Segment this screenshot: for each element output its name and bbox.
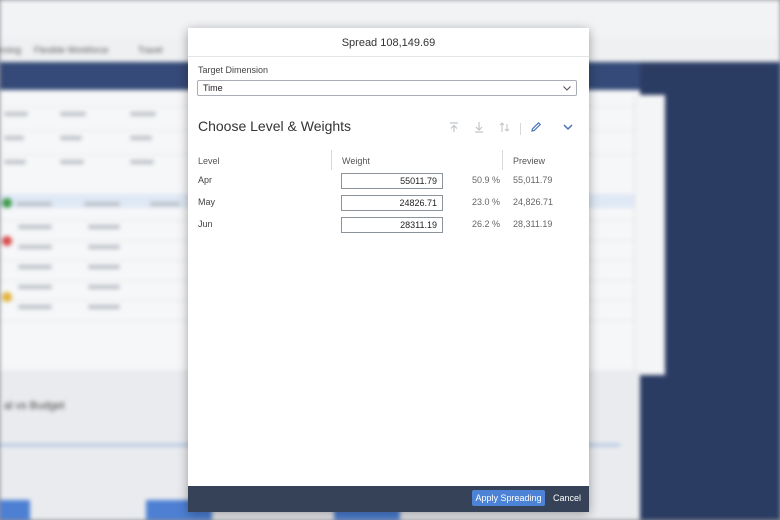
weight-input[interactable] [341, 173, 443, 189]
target-dimension-label: Target Dimension [198, 65, 269, 75]
section-title: Choose Level & Weights [198, 118, 352, 134]
column-header-weight: Weight [342, 156, 370, 166]
background-tab: Flexible Workforce [34, 45, 109, 55]
level-cell: Jun [198, 219, 213, 229]
spread-dialog: Spread 108,149.69 Target Dimension Time … [188, 28, 589, 512]
dialog-footer: Apply Spreading Cancel [188, 486, 589, 512]
target-dimension-value: Time [203, 83, 223, 93]
background-side-toolbar [634, 95, 665, 375]
preview-cell: 24,826.71 [513, 197, 554, 207]
target-dimension-select[interactable]: Time [197, 80, 577, 96]
level-cell: May [198, 197, 216, 207]
preview-cell: 55,011.79 [513, 175, 553, 185]
pen-icon[interactable] [529, 120, 543, 134]
preview-cell: 28,311.19 [513, 219, 553, 229]
level-cell: Apr [198, 175, 213, 185]
background-chart-title: al vs Budget [4, 400, 65, 412]
apply-spreading-button[interactable]: Apply Spreading [472, 490, 545, 506]
move-down-icon[interactable] [472, 120, 486, 134]
column-header-preview: Preview [513, 156, 546, 166]
percent-cell: 26.2 % [471, 219, 500, 229]
cancel-button[interactable]: Cancel [549, 490, 585, 506]
background-tab: Travel [138, 45, 163, 55]
background-tab: Planning [0, 45, 22, 55]
sort-icon[interactable] [498, 120, 512, 134]
move-to-top-icon[interactable] [447, 120, 461, 134]
percent-cell: 50.9 % [471, 175, 500, 185]
percent-cell: 23.0 % [471, 197, 500, 207]
dialog-title: Spread 108,149.69 [188, 28, 589, 57]
weight-input[interactable] [341, 195, 443, 211]
weight-input[interactable] [341, 217, 443, 233]
chevron-down-icon[interactable] [561, 120, 575, 134]
column-header-level: Level [198, 156, 220, 166]
chevron-down-icon [563, 86, 571, 91]
